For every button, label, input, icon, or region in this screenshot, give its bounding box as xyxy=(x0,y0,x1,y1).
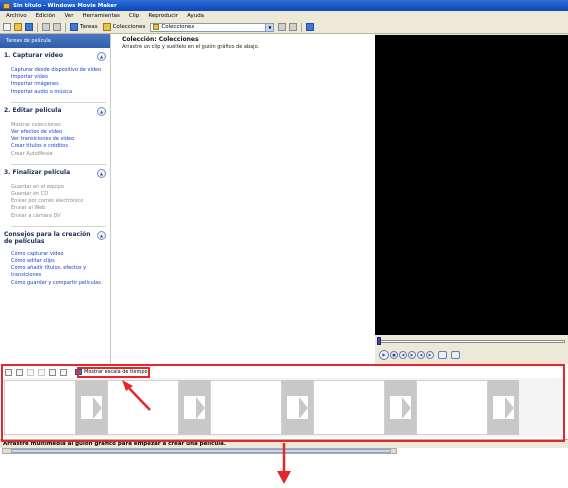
rewind-icon[interactable]: ◀ xyxy=(417,351,425,359)
link-send-web: Enviar al Web xyxy=(11,205,46,212)
menu-archivo[interactable]: Archivo xyxy=(6,13,27,19)
preview-screen xyxy=(375,35,568,335)
section-tips-title: Consejos para la creación de películas xyxy=(4,230,91,245)
movie-maker-app-icon xyxy=(3,2,10,9)
link-how-add-titles[interactable]: Cómo añadir títulos, efectos y transicio… xyxy=(11,265,110,279)
movie-tasks-header: Tareas de película xyxy=(0,34,110,48)
storyboard-horizontal-scrollbar[interactable] xyxy=(2,448,397,454)
tasks-button-label: Tareas xyxy=(80,24,98,30)
section-tips-links: Cómo capturar vídeo Cómo editar clips Có… xyxy=(0,245,110,293)
views-icon[interactable] xyxy=(306,23,315,31)
menu-ver[interactable]: Ver xyxy=(64,13,73,19)
menu-reproducir[interactable]: Reproducir xyxy=(148,13,178,19)
open-project-icon[interactable] xyxy=(14,23,22,31)
timeline-toggle-highlight-box xyxy=(77,367,150,378)
preview-monitor: ▶ ■ ◀ ▶ ◀ ▶ xyxy=(375,34,568,364)
main-toolbar: Tareas Colecciones Colecciones ▼ xyxy=(0,21,568,34)
link-how-save-share[interactable]: Cómo guardar y compartir películas xyxy=(11,280,110,287)
section-finish-title: 3. Finalizar película xyxy=(4,168,71,176)
tasks-icon xyxy=(70,23,78,31)
toolbar-separator xyxy=(65,22,66,32)
collection-title: Colección: Colecciones xyxy=(122,36,199,43)
collections-icon xyxy=(102,23,111,31)
collections-button[interactable]: Colecciones xyxy=(102,23,146,31)
collapse-icon[interactable]: ▲ xyxy=(97,168,106,178)
stop-icon[interactable]: ■ xyxy=(390,351,398,359)
link-how-capture[interactable]: Cómo capturar vídeo xyxy=(11,251,110,258)
menu-edicion[interactable]: Edición xyxy=(36,13,56,19)
section-finish-header[interactable]: 3. Finalizar película ▲ xyxy=(0,165,110,178)
toolbar-separator xyxy=(37,22,38,32)
section-capture-title: 1. Capturar vídeo xyxy=(4,52,63,59)
menu-clip[interactable]: Clip xyxy=(129,13,139,19)
window-title: Sin título - Windows Movie Maker xyxy=(13,2,117,9)
play-icon[interactable]: ▶ xyxy=(379,350,389,360)
seek-bar[interactable] xyxy=(378,340,565,343)
section-tips-header[interactable]: Consejos para la creación de películas ▲ xyxy=(0,227,110,245)
split-clip-icon[interactable] xyxy=(438,351,447,359)
link-import-images[interactable]: Importar imágenes xyxy=(11,81,110,88)
menu-bar: Archivo Edición Ver Herramientas Clip Re… xyxy=(0,11,568,21)
up-level-icon[interactable] xyxy=(278,23,287,31)
scrollbar-thumb[interactable] xyxy=(11,449,391,453)
folder-icon xyxy=(153,24,160,30)
down-arrow-head xyxy=(277,471,291,484)
undo-icon[interactable] xyxy=(42,23,50,31)
collapse-icon[interactable]: ▲ xyxy=(97,52,106,61)
menu-ayuda[interactable]: Ayuda xyxy=(187,13,204,19)
next-frame-icon[interactable]: ▶ xyxy=(408,351,416,359)
link-show-collections: Mostrar colecciones xyxy=(11,121,61,128)
tasks-button[interactable]: Tareas xyxy=(70,23,98,31)
collection-instructions: Arrastre un clip y suéltelo en el guión … xyxy=(122,44,260,50)
menu-herramientas[interactable]: Herramientas xyxy=(82,13,119,19)
toolbar-separator xyxy=(301,22,303,32)
collection-pane: Colección: Colecciones Arrastre un clip … xyxy=(120,34,372,364)
link-make-titles[interactable]: Crear títulos o créditos xyxy=(11,143,110,150)
section-capture-header[interactable]: 1. Capturar vídeo ▲ xyxy=(0,48,110,61)
section-edit-links: Mostrar colecciones Ver efectos de vídeo… xyxy=(0,116,110,164)
redo-icon[interactable] xyxy=(53,23,61,31)
section-finish-links: Guardar en el equipo Guardar en CD Envia… xyxy=(0,178,110,226)
previous-frame-icon[interactable]: ◀ xyxy=(399,351,407,359)
section-capture-links: Capturar desde dispositivo de vídeo Impo… xyxy=(0,61,110,102)
new-project-icon[interactable] xyxy=(3,23,11,31)
link-send-dv: Enviar a cámara DV xyxy=(11,212,61,219)
section-edit-header[interactable]: 2. Editar película ▲ xyxy=(0,103,110,116)
fast-forward-icon[interactable]: ▶ xyxy=(426,351,434,359)
seek-thumb[interactable] xyxy=(377,337,381,345)
link-save-to-computer: Guardar en el equipo xyxy=(11,183,64,190)
chevron-down-icon[interactable]: ▼ xyxy=(265,23,274,31)
collections-button-label: Colecciones xyxy=(112,24,146,30)
collections-dropdown-value: Colecciones xyxy=(161,24,195,30)
new-collection-icon[interactable] xyxy=(289,23,298,31)
collections-dropdown[interactable]: Colecciones ▼ xyxy=(150,22,275,32)
window-title-bar: Sin título - Windows Movie Maker xyxy=(0,0,568,11)
movie-tasks-pane: Tareas de película 1. Capturar vídeo ▲ C… xyxy=(0,34,111,364)
link-send-email: Enviar por correo electrónico xyxy=(11,198,84,205)
save-project-icon[interactable] xyxy=(25,23,33,31)
link-import-audio[interactable]: Importar audio o música xyxy=(11,89,110,96)
collapse-icon[interactable]: ▲ xyxy=(97,106,106,116)
section-edit-title: 2. Editar película xyxy=(4,106,62,114)
snapshot-icon[interactable] xyxy=(451,351,460,359)
playback-controls: ▶ ■ ◀ ▶ ◀ ▶ xyxy=(379,350,461,360)
collapse-icon[interactable]: ▲ xyxy=(97,230,106,240)
link-automovie: Crear AutoMovie xyxy=(11,150,53,157)
